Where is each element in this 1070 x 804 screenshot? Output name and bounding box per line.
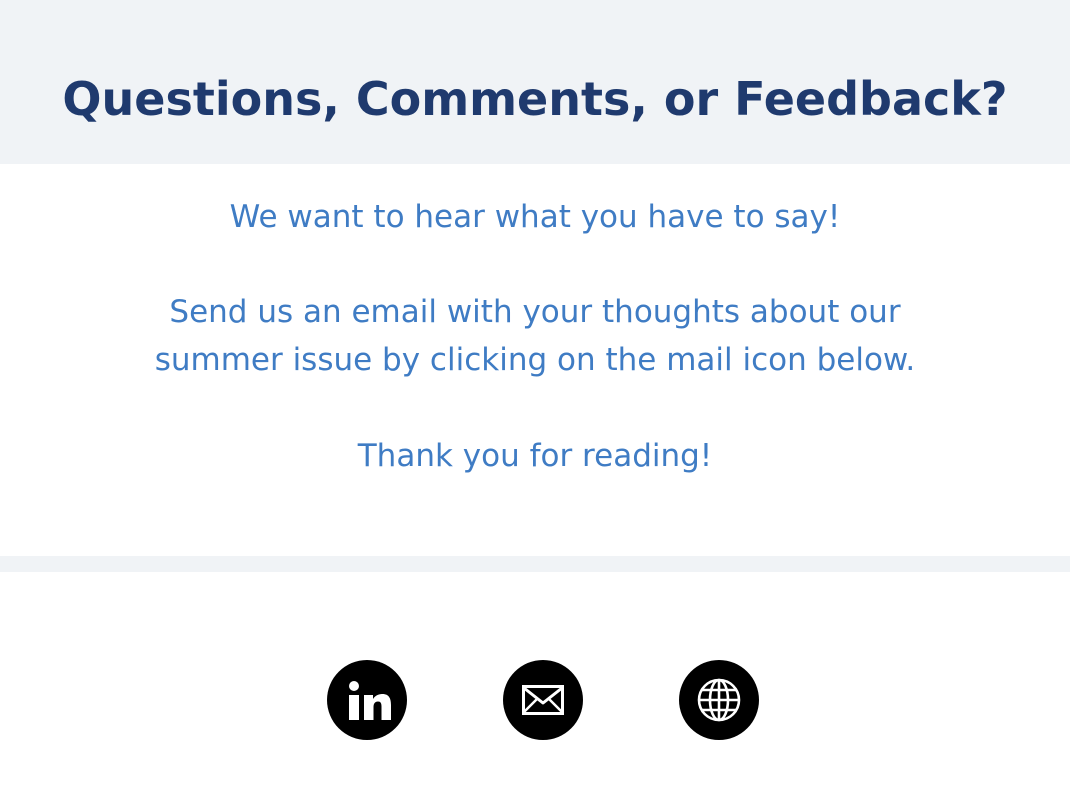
intro-text: We want to hear what you have to say! [229,199,841,235]
instruction-text-line-2: summer issue by clicking on the mail ico… [154,342,916,378]
mail-icon [503,660,583,740]
linkedin-button[interactable] [327,660,407,740]
website-button[interactable] [679,660,759,740]
section-divider [0,556,1070,572]
page-title: Questions, Comments, or Feedback? [62,72,1008,126]
social-links [0,660,1070,740]
linkedin-icon [327,660,407,740]
email-button[interactable] [503,660,583,740]
instruction-text-line-1: Send us an email with your thoughts abou… [169,294,901,330]
thank-you-text: Thank you for reading! [357,438,713,474]
globe-icon [679,660,759,740]
